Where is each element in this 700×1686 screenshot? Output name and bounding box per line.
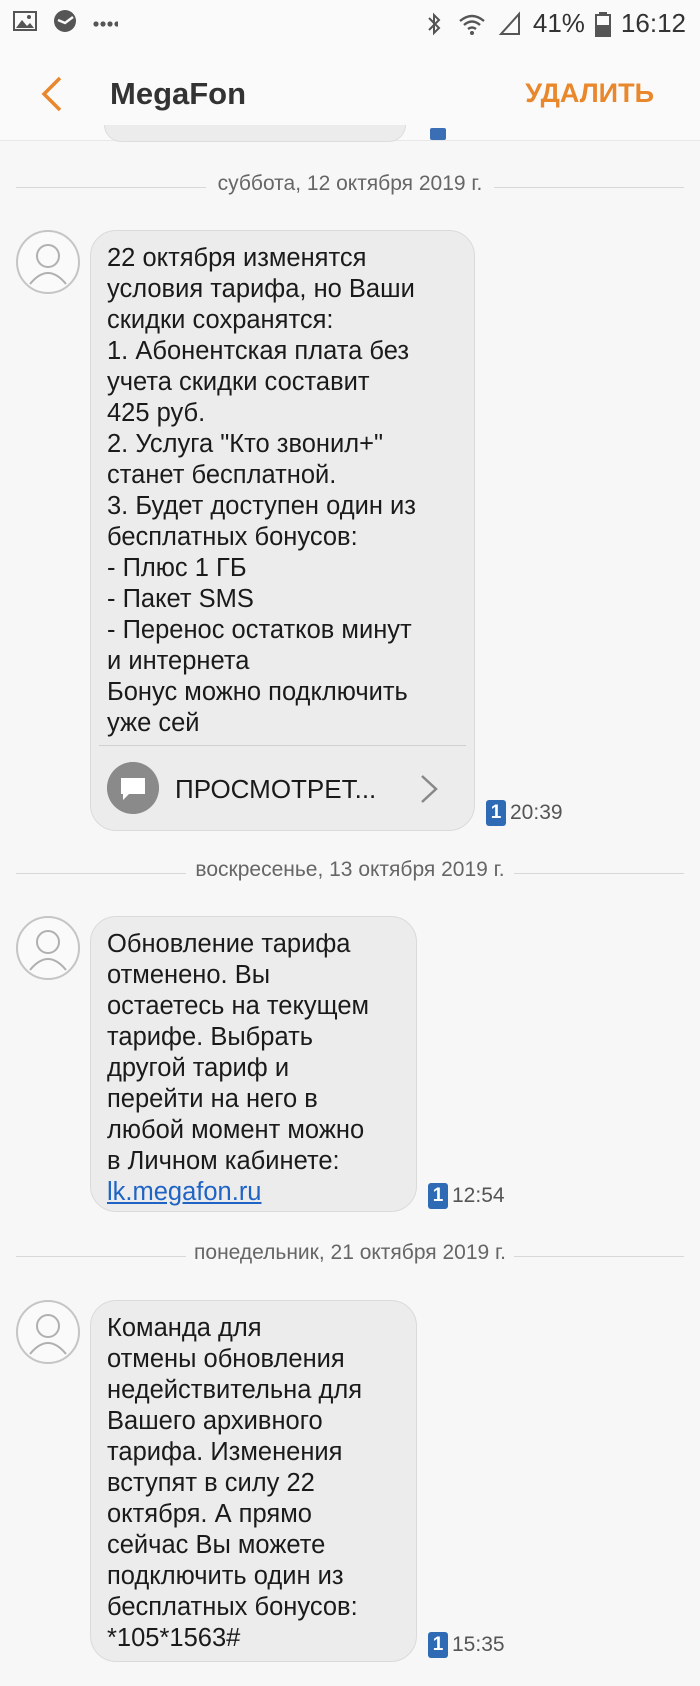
message-bubble[interactable]: 22 октября изменятся условия тарифа, но … (90, 230, 475, 831)
sberbank-icon (54, 10, 76, 32)
date-label: воскресенье, 13 октября 2019 г. (195, 858, 505, 881)
signal-icon (498, 10, 520, 35)
view-more-label: ПРОСМОТРЕТ... (175, 774, 377, 804)
message-meta: 1 15:35 (428, 1632, 505, 1658)
status-time: 16:12 (620, 8, 686, 38)
message-bubble[interactable]: Обновление тарифа отменено. Вы остаетесь… (90, 916, 417, 1212)
gallery-icon (13, 11, 37, 31)
message-text: Команда для отмены обновления недействит… (107, 1314, 363, 1652)
date-separator: понедельник, 21 октября 2019 г. (16, 1241, 684, 1271)
date-separator: воскресенье, 13 октября 2019 г. (16, 858, 684, 888)
message-meta: 1 20:39 (486, 800, 563, 826)
sim-badge: 1 (428, 1183, 448, 1209)
sim-badge (430, 128, 446, 140)
more-dots-icon (93, 21, 118, 27)
battery-percent: 41% (532, 8, 585, 38)
message-text: 22 октября изменятся условия тарифа, но … (107, 244, 416, 737)
message-link[interactable]: lk.megafon.ru (107, 1178, 262, 1206)
message-time: 20:39 (510, 801, 563, 824)
previous-message-bubble[interactable] (104, 125, 406, 142)
message-meta: 1 12:54 (428, 1183, 505, 1209)
date-separator: суббота, 12 октября 2019 г. (16, 172, 684, 202)
message-body: Обновление тарифа отменено. Вы остаетесь… (107, 930, 370, 1175)
bluetooth-icon (428, 12, 441, 35)
message-time: 12:54 (452, 1184, 505, 1207)
view-more-button[interactable]: ПРОСМОТРЕТ... (91, 746, 474, 830)
back-arrow-icon[interactable] (30, 70, 78, 118)
message-bubble[interactable]: Команда для отмены обновления недействит… (90, 1300, 417, 1662)
date-label: понедельник, 21 октября 2019 г. (194, 1241, 506, 1264)
person-icon (29, 1314, 67, 1355)
avatar[interactable] (16, 916, 80, 980)
person-icon (29, 930, 67, 971)
avatar[interactable] (16, 1300, 80, 1364)
delete-button[interactable]: УДАЛИТЬ (525, 78, 654, 109)
message-icon (107, 762, 159, 814)
avatar[interactable] (16, 230, 80, 294)
sim-badge: 1 (428, 1632, 448, 1658)
battery-icon (594, 11, 611, 37)
sim-badge: 1 (486, 800, 506, 826)
status-bar: 41% 16:12 (0, 0, 700, 48)
conversation-title: MegaFon (110, 76, 247, 111)
person-icon (29, 244, 67, 285)
wifi-icon (459, 14, 485, 35)
message-text: Обновление тарифа отменено. Вы остаетесь… (91, 917, 416, 1208)
chevron-right-icon (421, 775, 438, 803)
message-time: 15:35 (452, 1633, 505, 1656)
date-label: суббота, 12 октября 2019 г. (217, 172, 483, 195)
